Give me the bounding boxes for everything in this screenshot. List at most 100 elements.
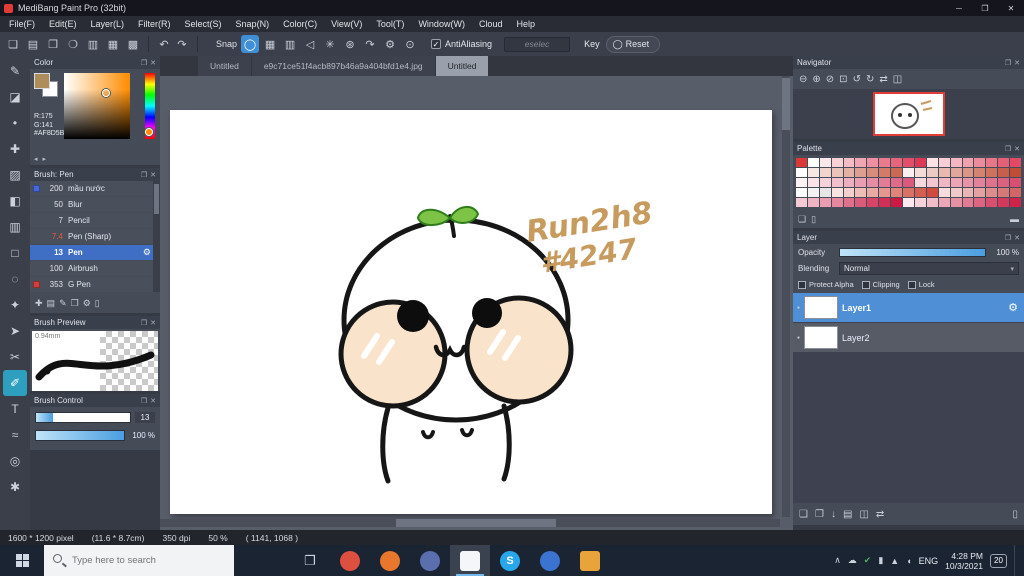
palette-swatch[interactable] [831, 168, 843, 177]
close-panel-icon[interactable]: ✕ [150, 171, 156, 179]
horizontal-scrollbar[interactable] [160, 519, 780, 527]
palette-swatch[interactable] [843, 198, 855, 207]
brush-folder-icon[interactable]: ▤ [47, 298, 56, 309]
firefox-icon[interactable] [370, 545, 410, 576]
palette-swatch[interactable] [867, 198, 879, 207]
zoom-reset-icon[interactable]: ⊘ [826, 74, 834, 85]
antialiasing-checkbox[interactable]: ✓ AntiAliasing [431, 39, 492, 49]
zoom-out-icon[interactable]: ⊖ [799, 74, 807, 85]
material-icon[interactable]: ◫ [859, 509, 868, 520]
vertical-scrollbar[interactable] [782, 76, 790, 517]
palette-swatch[interactable] [986, 158, 998, 167]
palette-swatch[interactable] [819, 198, 831, 207]
palette-swatch[interactable] [974, 188, 986, 197]
eraser-tool[interactable]: ◪ [3, 84, 27, 110]
snap-settings-icon[interactable]: ⚙ [381, 35, 399, 53]
snap-detail-settings-icon[interactable]: ⊙ [401, 35, 419, 53]
add-layer-icon[interactable]: ❏ [799, 509, 808, 520]
color-back-icon[interactable]: ◂ [34, 155, 38, 163]
palette-swatch[interactable] [914, 178, 926, 187]
menu-item-select[interactable]: Select(S) [178, 19, 229, 29]
palette-swatch[interactable] [819, 168, 831, 177]
palette-swatch[interactable] [998, 198, 1010, 207]
palette-swatch[interactable] [938, 158, 950, 167]
palette-swatch[interactable] [879, 168, 891, 177]
layer-folder-icon[interactable]: ▤ [843, 509, 852, 520]
checkbox-protect-alpha[interactable]: Protect Alpha [798, 280, 854, 289]
palette-swatch[interactable] [974, 158, 986, 167]
palette-swatch[interactable] [867, 168, 879, 177]
palette-swatch[interactable] [831, 188, 843, 197]
palette-swatch[interactable] [926, 168, 938, 177]
horizontal-scrollbar-thumb[interactable] [396, 519, 556, 527]
palette-swatch[interactable] [796, 178, 807, 187]
palette-swatch[interactable] [855, 188, 867, 197]
snap-parallel-icon[interactable]: ▥ [281, 35, 299, 53]
delete-layer-icon[interactable]: ▯ [1012, 509, 1018, 520]
save-icon[interactable]: ❐ [44, 35, 62, 53]
palette-swatch[interactable] [998, 168, 1010, 177]
palette-swatch[interactable] [950, 158, 962, 167]
close-button[interactable]: ✕ [998, 0, 1024, 16]
delete-palette-color-icon[interactable]: ▯ [811, 214, 816, 225]
snap-curve-icon[interactable]: ↷ [361, 35, 379, 53]
taskbar-clock[interactable]: 4:28 PM 10/3/2021 [945, 551, 983, 571]
brush-preview-header[interactable]: Brush Preview ❐ ✕ [30, 316, 160, 329]
snap-radial-icon[interactable]: ⊛ [341, 35, 359, 53]
palette-swatch[interactable] [926, 178, 938, 187]
brush-panel-header[interactable]: Brush: Pen ❐ ✕ [30, 168, 160, 181]
palette-swatch[interactable] [855, 178, 867, 187]
text-tool[interactable]: T [3, 396, 27, 422]
layer-row-layer2[interactable]: ● Layer2 [793, 323, 1024, 352]
foreground-color-swatch[interactable] [34, 73, 50, 89]
palette-swatch[interactable] [891, 188, 903, 197]
palette-swatch[interactable] [1010, 158, 1021, 167]
palette-swatch[interactable] [986, 188, 998, 197]
folder-icon[interactable] [570, 545, 610, 576]
float-panel-icon[interactable]: ❐ [1005, 59, 1011, 67]
brush-item-m-u-n-c[interactable]: 200 mầu nước [30, 181, 153, 196]
palette-swatch[interactable] [807, 158, 819, 167]
palette-swatch[interactable] [807, 178, 819, 187]
palette-swatch[interactable] [891, 178, 903, 187]
palette-swatch[interactable] [903, 158, 914, 167]
duplicate-brush-icon[interactable]: ❐ [71, 298, 79, 309]
brush-item-pen[interactable]: 7.4 Pen (Sharp) [30, 229, 153, 244]
palette-swatch[interactable] [819, 188, 831, 197]
palette-swatch[interactable] [938, 178, 950, 187]
add-brush-icon[interactable]: ✚ [35, 298, 43, 309]
sv-cursor[interactable] [102, 88, 111, 97]
palette-swatch[interactable] [986, 168, 998, 177]
language-indicator[interactable]: ENG [919, 556, 939, 566]
medibang-icon[interactable] [450, 545, 490, 576]
volume-icon[interactable]: ◖ [906, 556, 911, 566]
palette-swatch[interactable] [1010, 178, 1021, 187]
menu-item-file[interactable]: File(F) [2, 19, 42, 29]
palette-swatch[interactable] [843, 188, 855, 197]
palette-swatch[interactable] [950, 168, 962, 177]
close-panel-icon[interactable]: ✕ [1014, 59, 1020, 67]
palette-swatch[interactable] [879, 158, 891, 167]
palette-swatch[interactable] [974, 178, 986, 187]
gradient-tool[interactable]: ▥ [3, 214, 27, 240]
palette-swatch[interactable] [879, 188, 891, 197]
grid-icon[interactable]: ▩ [124, 35, 142, 53]
menu-item-color[interactable]: Color(C) [276, 19, 324, 29]
tab-untitled-2[interactable]: Untitled [435, 56, 489, 76]
palette-swatch[interactable] [891, 168, 903, 177]
navigator-header[interactable]: Navigator ❐ ✕ [793, 56, 1024, 69]
dot-tool[interactable]: • [3, 110, 27, 136]
battery-icon[interactable]: ▮ [878, 555, 883, 566]
brush-item-blur[interactable]: 50 Blur [30, 197, 153, 212]
palette-header[interactable]: Palette ❐ ✕ [793, 142, 1024, 155]
palette-swatch[interactable] [974, 198, 986, 207]
palette-swatch[interactable] [903, 188, 914, 197]
move-tool[interactable]: ✚ [3, 136, 27, 162]
bucket-tool[interactable]: ◧ [3, 188, 27, 214]
tab-untitled-0[interactable]: Untitled [198, 56, 251, 76]
palette-swatch[interactable] [879, 178, 891, 187]
undo-icon[interactable]: ↶ [155, 35, 173, 53]
rotate-left-icon[interactable]: ↺ [853, 74, 861, 85]
palette-swatch[interactable] [831, 178, 843, 187]
palette-swatch[interactable] [914, 168, 926, 177]
